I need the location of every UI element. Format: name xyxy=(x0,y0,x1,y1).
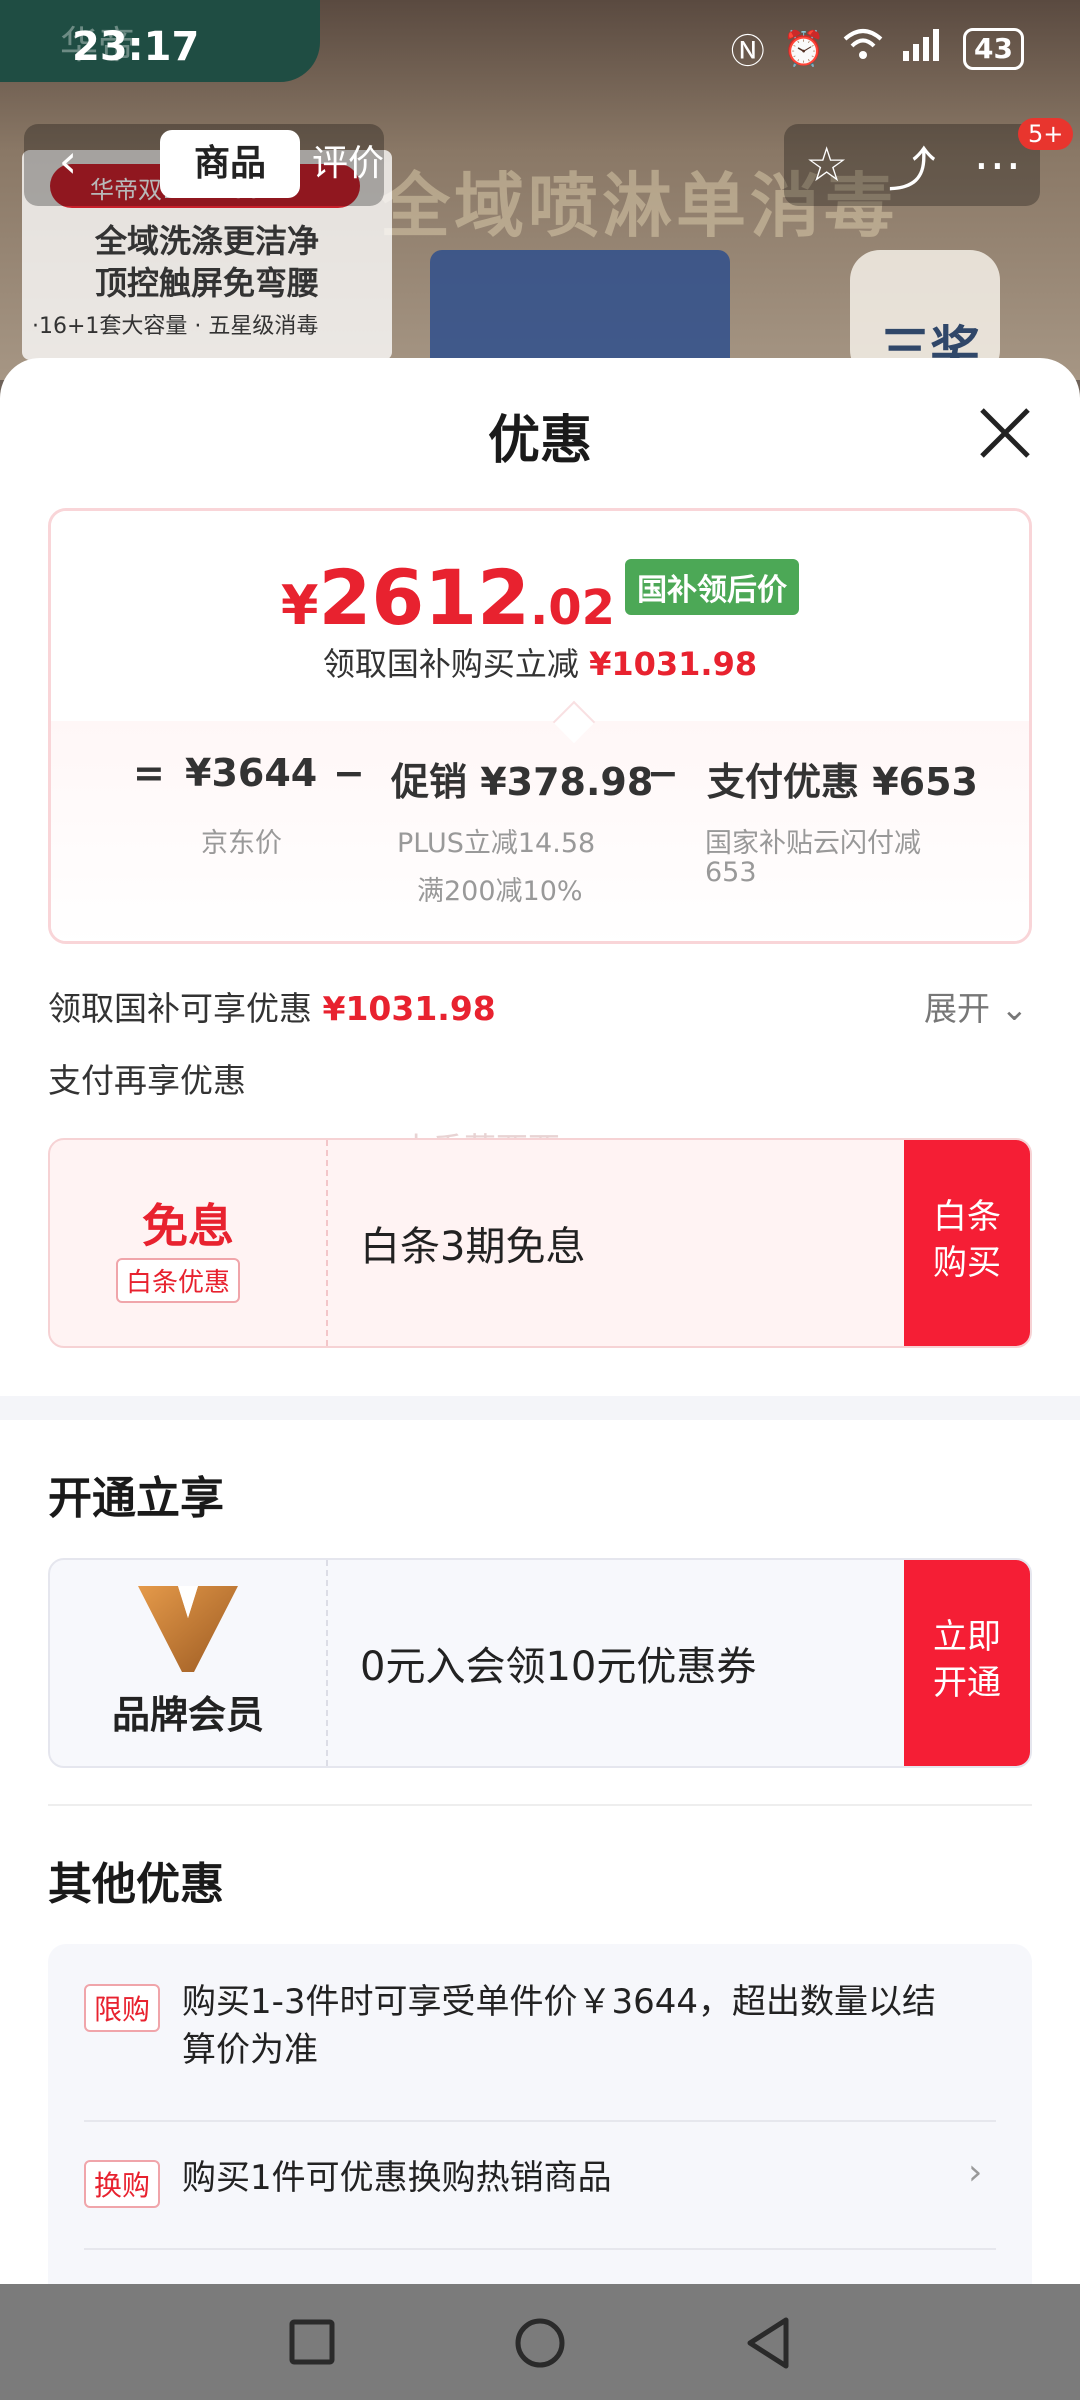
offer-divider xyxy=(84,2120,996,2122)
battery-icon: 43 xyxy=(963,27,1024,70)
open-section-title: 开通立享 xyxy=(48,1473,224,1524)
top-nav-actions: ☆ ⤴ ⋯ xyxy=(784,124,1040,206)
chevron-down-icon: ⌄ xyxy=(1000,989,1029,1028)
share-icon[interactable]: ⤴ xyxy=(877,130,947,200)
pay-discount: 支付优惠 ¥653 xyxy=(707,760,978,804)
discount-sheet: 优惠 ¥2612.02 国补领后价 领取国补购买立减 ¥1031.98 = ¥36… xyxy=(0,358,1080,2284)
back-icon[interactable] xyxy=(740,2316,800,2370)
star-icon[interactable]: ☆ xyxy=(792,137,862,193)
section-divider xyxy=(0,1396,1080,1420)
member-label: 品牌会员 xyxy=(111,1693,264,1737)
feature-line-3: ·16+1套大容量 · 五星级消毒 xyxy=(32,314,319,339)
baitiao-card: 免息 白条优惠 白条3期免息 白条 购买 xyxy=(48,1138,1032,1348)
minus-sign-1: − xyxy=(333,751,365,795)
offer-divider-2 xyxy=(84,2248,996,2250)
other-section-title: 其他优惠 xyxy=(48,1859,224,1910)
back-arrow-icon[interactable]: ‹ xyxy=(44,134,92,194)
home-icon[interactable] xyxy=(510,2316,570,2370)
promo-sub-2: 满200减10% xyxy=(417,876,583,907)
baitiao-button-line1: 白条 xyxy=(933,1197,1001,1237)
open-membership-button[interactable]: 立即 开通 xyxy=(904,1560,1030,1766)
feature-line-2: 顶控触屏免弯腰 xyxy=(94,264,319,302)
tab-goods[interactable]: 商品 xyxy=(160,130,300,198)
brand-member-logo-icon xyxy=(138,1586,238,1672)
signal-icon xyxy=(901,27,945,70)
system-nav-bar xyxy=(0,2284,1080,2400)
pay-sub-2: 653 xyxy=(705,857,757,888)
baitiao-button-line2: 购买 xyxy=(933,1243,1001,1283)
member-left: 品牌会员 xyxy=(50,1560,328,1766)
message-badge: 5+ xyxy=(1018,118,1074,150)
close-icon[interactable] xyxy=(970,398,1040,468)
other-offers-box: 限购 购买1-3件时可享受单件价￥3644，超出数量以结算价为准 换购 购买1件… xyxy=(48,1944,1032,2284)
subsidy-amount: ¥1031.98 xyxy=(322,989,496,1028)
tab-review[interactable]: 评价 xyxy=(312,130,392,198)
price-decimal: .02 xyxy=(530,580,616,636)
price-upper: ¥2612.02 国补领后价 领取国补购买立减 ¥1031.98 xyxy=(51,511,1029,721)
promo-amount: 促销 ¥378.98 xyxy=(391,760,654,804)
status-time: 23:17 xyxy=(72,24,200,70)
interest-free-title: 免息 xyxy=(142,1199,234,1253)
member-desc: 0元入会领10元优惠券 xyxy=(360,1644,757,1690)
subsidy-price-tag: 国补领后价 xyxy=(625,559,800,615)
save-amount: ¥1031.98 xyxy=(589,645,758,683)
subsidy-label: 领取国补可享优惠 xyxy=(48,989,312,1028)
base-price: ¥3644 xyxy=(185,751,318,795)
base-price-label: 京东价 xyxy=(201,828,282,859)
limit-text: 购买1-3件时可享受单件价￥3644，超出数量以结算价为准 xyxy=(182,1982,937,2070)
price-summary-card: ¥2612.02 国补领后价 领取国补购买立减 ¥1031.98 = ¥3644 … xyxy=(48,508,1032,944)
save-line: 领取国补购买立减 ¥1031.98 xyxy=(51,639,1029,685)
pay-more-label: 支付再享优惠 xyxy=(48,1061,246,1100)
promo-sub-1: PLUS立减14.58 xyxy=(397,828,596,859)
recent-apps-icon[interactable] xyxy=(282,2316,342,2370)
alarm-icon: ⏰ xyxy=(782,28,826,69)
pay-sub-1: 国家补贴云闪付减 xyxy=(705,828,921,859)
top-nav-tabs: ‹ 商品 评价 xyxy=(24,124,384,206)
expand-button[interactable]: 展开 ⌄ xyxy=(924,982,1028,1030)
equals-sign: = xyxy=(133,751,165,795)
nfc-icon: Ⓝ xyxy=(730,32,765,72)
baitiao-desc: 白条3期免息 xyxy=(360,1224,586,1270)
minus-sign-2: − xyxy=(647,751,679,795)
subsidy-row: 领取国补可享优惠 ¥1031.98 xyxy=(48,982,496,1030)
baitiao-buy-button[interactable]: 白条 购买 xyxy=(904,1140,1030,1346)
open-button-line2: 开通 xyxy=(933,1663,1001,1703)
limit-tag: 限购 xyxy=(84,1984,161,2032)
exchange-tag: 换购 xyxy=(84,2160,161,2208)
price-integer: 2612 xyxy=(318,553,531,642)
divider-line xyxy=(48,1804,1032,1806)
feature-line-1: 全域洗涤更洁净 xyxy=(94,222,319,260)
chevron-right-icon: › xyxy=(968,2152,983,2193)
member-card: 品牌会员 0元入会领10元优惠券 立即 开通 xyxy=(48,1558,1032,1768)
final-price: ¥2612.02 国补领后价 xyxy=(51,553,1029,642)
status-icons: Ⓝ ⏰ 43 xyxy=(731,24,1024,73)
price-currency: ¥ xyxy=(280,574,319,637)
baitiao-left: 免息 白条优惠 xyxy=(50,1140,328,1346)
open-button-line1: 立即 xyxy=(933,1617,1001,1657)
expand-label: 展开 xyxy=(924,989,990,1028)
sheet-title: 优惠 xyxy=(487,411,592,471)
wifi-icon xyxy=(843,27,883,70)
exchange-text: 购买1件可优惠换购热销商品 xyxy=(182,2158,612,2198)
price-breakdown: = ¥3644 − 促销 ¥378.98 − 支付优惠 ¥653 京东价 PLU… xyxy=(51,721,1029,941)
save-label: 领取国补购买立减 xyxy=(322,645,579,683)
baitiao-tag: 白条优惠 xyxy=(116,1258,241,1303)
